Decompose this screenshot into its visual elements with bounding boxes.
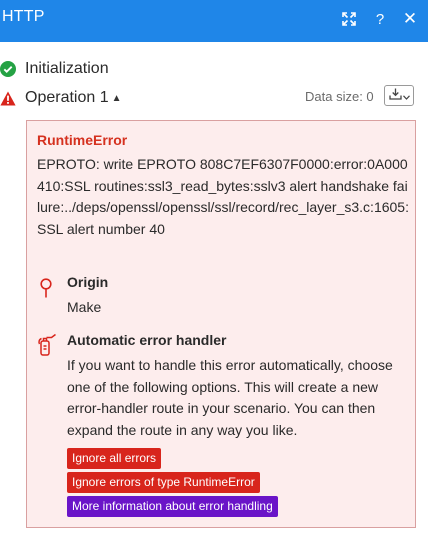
location-pin-icon (39, 278, 53, 303)
ignore-all-errors-button[interactable]: Ignore all errors (67, 448, 162, 469)
help-icon[interactable]: ? (369, 8, 391, 30)
download-button[interactable] (384, 85, 414, 106)
data-size-label: Data size: 0 (305, 89, 374, 104)
initialization-label: Initialization (25, 60, 109, 77)
more-info-error-handling-button[interactable]: More information about error handling (67, 496, 278, 517)
error-message: EPROTO: write EPROTO 808C7EF6307F0000:er… (37, 156, 409, 237)
fire-extinguisher-icon (37, 332, 59, 361)
step-initialization: Initialization (0, 58, 109, 80)
collapse-caret-icon[interactable]: ▲ (112, 93, 122, 104)
chevron-down-icon (402, 87, 410, 105)
origin-title: Origin (67, 274, 109, 290)
expand-icon[interactable] (338, 8, 360, 30)
error-panel: RuntimeError EPROTO: write EPROTO 808C7E… (26, 120, 416, 528)
check-circle-icon (0, 61, 16, 77)
operation-label: Operation 1 (25, 89, 109, 106)
error-title: RuntimeError (37, 132, 128, 148)
origin-value: Make (67, 299, 102, 315)
handler-description: If you want to handle this error automat… (67, 357, 393, 438)
step-operation[interactable]: Operation 1 ▲ (0, 87, 122, 109)
handler-title: Automatic error handler (67, 332, 227, 348)
window-titlebar: HTTP ? ✕ (0, 0, 428, 42)
window-title: HTTP (2, 8, 45, 25)
warning-triangle-icon (0, 90, 16, 106)
download-icon (388, 87, 402, 105)
ignore-runtime-errors-button[interactable]: Ignore errors of type RuntimeError (67, 472, 260, 493)
close-icon[interactable]: ✕ (399, 8, 421, 30)
